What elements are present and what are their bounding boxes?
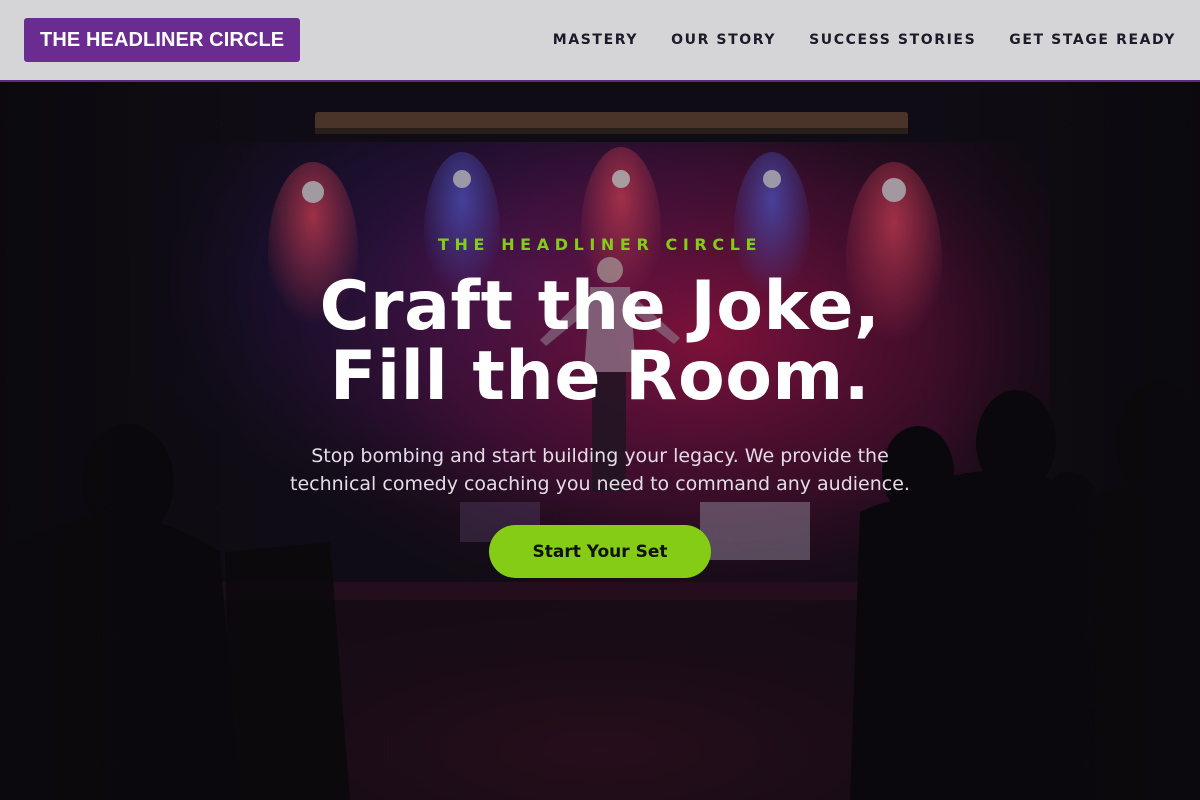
nav-link-our-story[interactable]: OUR STORY: [671, 32, 776, 48]
nav-link-mastery[interactable]: MASTERY: [553, 32, 638, 48]
hero-subtext: Stop bombing and start building your leg…: [250, 442, 950, 498]
hero-headline-line-1: Craft the Joke,: [319, 267, 881, 346]
hero-section: THE HEADLINER CIRCLE Craft the Joke, Fil…: [0, 82, 1200, 800]
site-logo[interactable]: THE HEADLINER CIRCLE: [24, 18, 301, 62]
nav-link-success-stories[interactable]: SUCCESS STORIES: [809, 32, 976, 48]
nav-link-get-stage-ready[interactable]: GET STAGE READY: [1009, 32, 1176, 48]
main-nav: MASTERY OUR STORY SUCCESS STORIES GET ST…: [553, 32, 1176, 48]
top-navbar: THE HEADLINER CIRCLE MASTERY OUR STORY S…: [0, 0, 1200, 82]
hero-subtext-line-1: Stop bombing and start building your leg…: [311, 445, 889, 467]
hero-headline-line-2: Fill the Room.: [329, 337, 871, 416]
start-your-set-button[interactable]: Start Your Set: [489, 525, 711, 578]
hero-eyebrow: THE HEADLINER CIRCLE: [437, 235, 763, 254]
hero-subtext-line-2: technical comedy coaching you need to co…: [290, 473, 910, 495]
hero-headline: Craft the Joke, Fill the Room.: [0, 272, 1200, 412]
hero-content: THE HEADLINER CIRCLE Craft the Joke, Fil…: [0, 82, 1200, 800]
